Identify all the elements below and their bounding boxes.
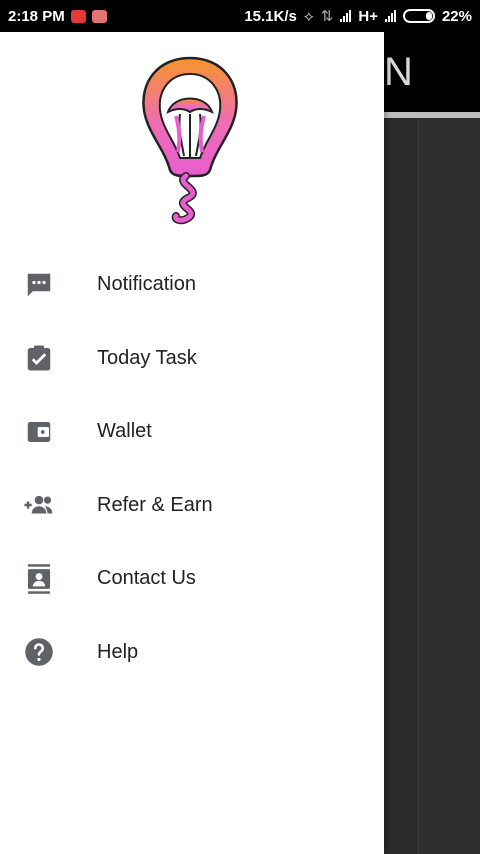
menu-item-today-task[interactable]: Today Task — [0, 322, 384, 396]
menu-label: Today Task — [97, 346, 197, 369]
menu-label: Wallet — [97, 420, 152, 443]
status-time: 2:18 PM — [8, 7, 65, 25]
help-icon — [22, 635, 56, 669]
network-speed: 15.1K/s — [244, 7, 297, 25]
menu-label: Notification — [97, 273, 196, 296]
menu-item-refer-earn[interactable]: Refer & Earn — [0, 469, 384, 543]
menu-item-wallet[interactable]: Wallet — [0, 395, 384, 469]
lightbulb-logo-icon — [142, 56, 238, 225]
gmail-icon — [91, 9, 107, 23]
menu-item-help[interactable]: Help — [0, 616, 384, 690]
menu-label: Refer & Earn — [97, 493, 213, 516]
navigation-drawer: Notification Today Task Wallet Refer & E… — [0, 32, 384, 854]
battery-icon — [402, 9, 435, 23]
contact-card-icon — [22, 562, 56, 596]
battery-level: 22% — [441, 7, 472, 25]
network-type: H+ — [358, 7, 378, 25]
menu-label: Contact Us — [97, 567, 196, 590]
app-panel-left — [384, 118, 418, 854]
status-bar: 2:18 PM 15.1K/s ⟡ ⇅ H+ 22% — [0, 0, 480, 32]
data-arrows-icon: ⇅ — [320, 8, 334, 25]
chat-bubble-icon — [22, 268, 56, 302]
menu-item-notification[interactable]: Notification — [0, 248, 384, 322]
vibrate-off-icon: ⟡ — [303, 7, 314, 25]
background-app: N — [384, 32, 480, 854]
menu-label: Help — [97, 640, 139, 663]
signal-icon — [340, 10, 352, 22]
add-group-icon — [22, 488, 56, 522]
app-logo — [130, 52, 250, 227]
signal-icon-2 — [384, 10, 396, 22]
app-header: N — [384, 32, 480, 112]
menu-item-contact-us[interactable]: Contact Us — [0, 542, 384, 616]
clipboard-check-icon — [22, 341, 56, 375]
drawer-menu: Notification Today Task Wallet Refer & E… — [0, 248, 384, 689]
app-panel-right — [418, 118, 480, 854]
app-title-partial: N — [384, 50, 413, 94]
wallet-icon — [22, 415, 56, 449]
youtube-icon — [70, 9, 86, 23]
